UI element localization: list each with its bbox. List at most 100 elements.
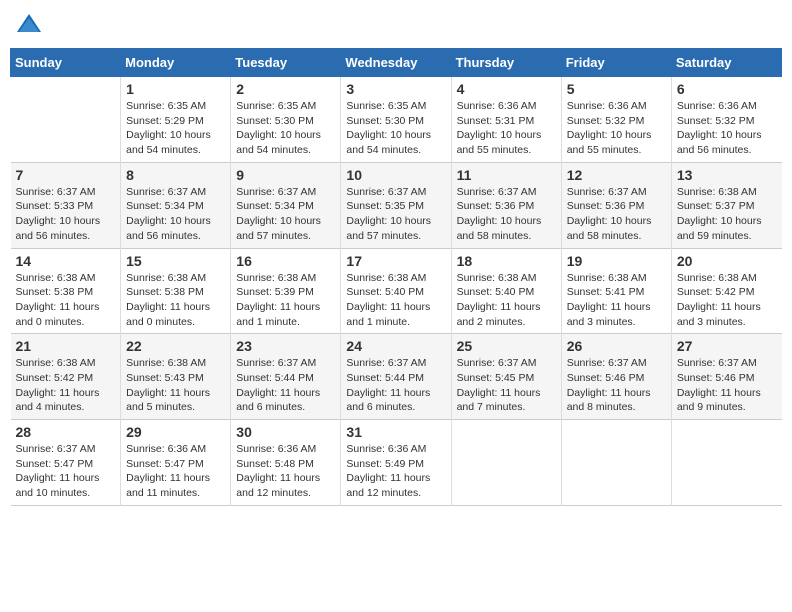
day-number: 13 [677,167,777,183]
day-info: Sunrise: 6:37 AMSunset: 5:44 PMDaylight:… [346,356,445,415]
day-cell: 24 Sunrise: 6:37 AMSunset: 5:44 PMDayligh… [341,334,451,420]
day-number: 1 [126,81,225,97]
day-cell: 18 Sunrise: 6:38 AMSunset: 5:40 PMDayligh… [451,248,561,334]
column-header-tuesday: Tuesday [231,49,341,77]
day-info: Sunrise: 6:36 AMSunset: 5:49 PMDaylight:… [346,442,445,501]
day-number: 26 [567,338,666,354]
day-cell: 22Sunrise: 6:38 AMSunset: 5:43 PMDayligh… [121,334,231,420]
day-cell: 12 Sunrise: 6:37 AMSunset: 5:36 PMDayligh… [561,162,671,248]
day-number: 19 [567,253,666,269]
day-cell: 27 Sunrise: 6:37 AMSunset: 5:46 PMDayligh… [671,334,781,420]
day-info: Sunrise: 6:37 AMSunset: 5:35 PMDaylight:… [346,185,445,244]
day-info: Sunrise: 6:37 AMSunset: 5:44 PMDaylight:… [236,356,335,415]
day-info: Sunrise: 6:37 AMSunset: 5:34 PMDaylight:… [236,185,335,244]
day-number: 10 [346,167,445,183]
day-info: Sunrise: 6:36 AMSunset: 5:31 PMDaylight:… [457,99,556,158]
day-cell: 8 Sunrise: 6:37 AMSunset: 5:34 PMDaylight… [121,162,231,248]
week-row-2: 7 Sunrise: 6:37 AMSunset: 5:33 PMDaylight… [11,162,782,248]
day-number: 31 [346,424,445,440]
day-number: 5 [567,81,666,97]
day-cell: 3 Sunrise: 6:35 AMSunset: 5:30 PMDaylight… [341,77,451,163]
column-header-thursday: Thursday [451,49,561,77]
day-cell: 30 Sunrise: 6:36 AMSunset: 5:48 PMDayligh… [231,420,341,506]
day-info: Sunrise: 6:35 AMSunset: 5:30 PMDaylight:… [236,99,335,158]
day-cell: 1 Sunrise: 6:35 AMSunset: 5:29 PMDaylight… [121,77,231,163]
day-cell: 17Sunrise: 6:38 AMSunset: 5:40 PMDayligh… [341,248,451,334]
column-header-friday: Friday [561,49,671,77]
week-row-3: 14 Sunrise: 6:38 AMSunset: 5:38 PMDayligh… [11,248,782,334]
day-number: 6 [677,81,777,97]
day-info: Sunrise: 6:37 AMSunset: 5:36 PMDaylight:… [567,185,666,244]
page-header [10,10,782,38]
logo-icon [15,10,43,38]
day-cell: 31 Sunrise: 6:36 AMSunset: 5:49 PMDayligh… [341,420,451,506]
day-info: Sunrise: 6:36 AMSunset: 5:47 PMDaylight:… [126,442,225,501]
day-number: 3 [346,81,445,97]
day-info: Sunrise: 6:38 AMSunset: 5:42 PMDaylight:… [16,356,116,415]
day-cell: 9 Sunrise: 6:37 AMSunset: 5:34 PMDaylight… [231,162,341,248]
day-number: 8 [126,167,225,183]
day-info: Sunrise: 6:37 AMSunset: 5:36 PMDaylight:… [457,185,556,244]
day-cell: 23 Sunrise: 6:37 AMSunset: 5:44 PMDayligh… [231,334,341,420]
column-header-sunday: Sunday [11,49,121,77]
day-number: 30 [236,424,335,440]
day-info: Sunrise: 6:38 AMSunset: 5:42 PMDaylight:… [677,271,777,330]
calendar-table: SundayMondayTuesdayWednesdayThursdayFrid… [10,48,782,506]
day-cell [561,420,671,506]
day-number: 20 [677,253,777,269]
day-cell: 16Sunrise: 6:38 AMSunset: 5:39 PMDayligh… [231,248,341,334]
day-info: Sunrise: 6:38 AMSunset: 5:37 PMDaylight:… [677,185,777,244]
day-info: Sunrise: 6:36 AMSunset: 5:32 PMDaylight:… [677,99,777,158]
day-number: 7 [16,167,116,183]
day-number: 29 [126,424,225,440]
day-number: 4 [457,81,556,97]
day-info: Sunrise: 6:35 AMSunset: 5:30 PMDaylight:… [346,99,445,158]
day-info: Sunrise: 6:37 AMSunset: 5:47 PMDaylight:… [16,442,116,501]
day-info: Sunrise: 6:38 AMSunset: 5:40 PMDaylight:… [457,271,556,330]
day-cell: 6 Sunrise: 6:36 AMSunset: 5:32 PMDaylight… [671,77,781,163]
day-info: Sunrise: 6:37 AMSunset: 5:33 PMDaylight:… [16,185,116,244]
day-info: Sunrise: 6:38 AMSunset: 5:39 PMDaylight:… [236,271,335,330]
header-row: SundayMondayTuesdayWednesdayThursdayFrid… [11,49,782,77]
day-info: Sunrise: 6:37 AMSunset: 5:46 PMDaylight:… [567,356,666,415]
day-number: 27 [677,338,777,354]
day-info: Sunrise: 6:37 AMSunset: 5:34 PMDaylight:… [126,185,225,244]
day-number: 24 [346,338,445,354]
day-cell: 28 Sunrise: 6:37 AMSunset: 5:47 PMDayligh… [11,420,121,506]
day-info: Sunrise: 6:36 AMSunset: 5:32 PMDaylight:… [567,99,666,158]
day-cell: 4 Sunrise: 6:36 AMSunset: 5:31 PMDaylight… [451,77,561,163]
day-cell: 20 Sunrise: 6:38 AMSunset: 5:42 PMDayligh… [671,248,781,334]
day-info: Sunrise: 6:37 AMSunset: 5:45 PMDaylight:… [457,356,556,415]
day-cell: 29 Sunrise: 6:36 AMSunset: 5:47 PMDayligh… [121,420,231,506]
day-number: 9 [236,167,335,183]
day-cell: 11 Sunrise: 6:37 AMSunset: 5:36 PMDayligh… [451,162,561,248]
day-number: 23 [236,338,335,354]
day-cell: 14 Sunrise: 6:38 AMSunset: 5:38 PMDayligh… [11,248,121,334]
day-number: 14 [16,253,116,269]
day-cell: 26 Sunrise: 6:37 AMSunset: 5:46 PMDayligh… [561,334,671,420]
day-number: 12 [567,167,666,183]
day-number: 25 [457,338,556,354]
day-number: 28 [16,424,116,440]
day-cell: 15 Sunrise: 6:38 AMSunset: 5:38 PMDayligh… [121,248,231,334]
day-info: Sunrise: 6:38 AMSunset: 5:38 PMDaylight:… [126,271,225,330]
day-cell: 7 Sunrise: 6:37 AMSunset: 5:33 PMDaylight… [11,162,121,248]
column-header-monday: Monday [121,49,231,77]
day-cell: 5 Sunrise: 6:36 AMSunset: 5:32 PMDaylight… [561,77,671,163]
week-row-1: 1 Sunrise: 6:35 AMSunset: 5:29 PMDaylight… [11,77,782,163]
day-info: Sunrise: 6:38 AMSunset: 5:38 PMDaylight:… [16,271,116,330]
day-info: Sunrise: 6:38 AMSunset: 5:40 PMDaylight:… [346,271,445,330]
calendar-body: 1 Sunrise: 6:35 AMSunset: 5:29 PMDaylight… [11,77,782,506]
day-cell: 2Sunrise: 6:35 AMSunset: 5:30 PMDaylight… [231,77,341,163]
day-info: Sunrise: 6:37 AMSunset: 5:46 PMDaylight:… [677,356,777,415]
day-info: Sunrise: 6:36 AMSunset: 5:48 PMDaylight:… [236,442,335,501]
day-number: 18 [457,253,556,269]
day-info: Sunrise: 6:35 AMSunset: 5:29 PMDaylight:… [126,99,225,158]
day-cell: 19Sunrise: 6:38 AMSunset: 5:41 PMDayligh… [561,248,671,334]
day-cell: 10 Sunrise: 6:37 AMSunset: 5:35 PMDayligh… [341,162,451,248]
logo [15,10,47,38]
day-number: 15 [126,253,225,269]
day-number: 11 [457,167,556,183]
day-cell: 13 Sunrise: 6:38 AMSunset: 5:37 PMDayligh… [671,162,781,248]
day-cell [11,77,121,163]
